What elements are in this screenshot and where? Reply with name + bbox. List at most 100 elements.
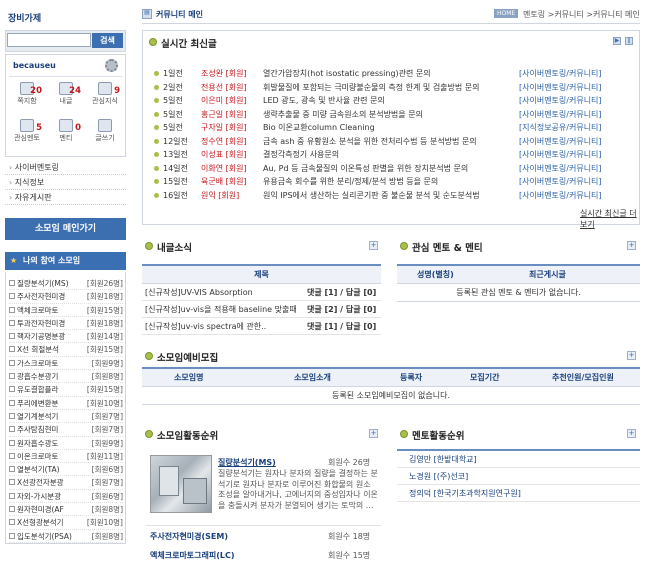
sidebar-title: 장비가제 xyxy=(8,14,42,24)
group-item[interactable]: 유도결합플라 [회원15명] xyxy=(9,383,123,397)
group-item[interactable]: X선광전자분광 [회원7명] xyxy=(9,476,123,490)
column-header-title: 제목 xyxy=(142,266,381,284)
stat-bookmark[interactable]: 9 관심지식 xyxy=(86,80,124,116)
more-plus-icon[interactable]: + xyxy=(627,429,636,438)
menu-item-cyber-mentoring[interactable]: › 사이버멘토링 xyxy=(5,160,126,175)
latest-row[interactable]: 5일전 구자일 [회원] Bio 이온교환column Cleaning [지식정보공… xyxy=(143,121,639,135)
group-item[interactable]: 이온크로마토 [회원11명] xyxy=(9,450,123,464)
settings-gear-icon[interactable] xyxy=(105,59,118,72)
interest-empty: 등록된 관심 멘토 & 멘티가 없습니다. xyxy=(397,284,640,302)
stat-label: 쪽지함 xyxy=(17,97,37,105)
more-plus-icon[interactable]: + xyxy=(627,241,636,250)
latest-row[interactable]: 14일전 이화연 [회원] Au, Pd 등 금속물질의 이온특성 판별을 위한 장… xyxy=(143,162,639,176)
latest-row[interactable]: 1일전 조성완 [회원] 열간가압장치(hot isostatic pressing… xyxy=(143,67,639,81)
bullet-icon xyxy=(154,152,159,157)
group-item[interactable]: 질량분석기(MS) [회원26명] xyxy=(9,277,123,291)
more-plus-icon[interactable]: + xyxy=(627,351,636,360)
stat-mentor[interactable]: 5 관심멘토 xyxy=(8,117,46,153)
group-rank-2-name[interactable]: 주사전자현미경(SEM) xyxy=(150,531,228,542)
group-item[interactable]: X선 회절분석 [회원15명] xyxy=(9,343,123,357)
group-item[interactable]: 푸리에변환분 [회원10명] xyxy=(9,397,123,410)
bullet-icon xyxy=(154,138,159,144)
group-item[interactable]: X선형광분석기 [회원10명] xyxy=(9,516,123,530)
checkbox-icon xyxy=(9,466,15,473)
latest-row[interactable]: 13일전 이성표 [회원] 결정각측정기 사용문의 [사이버멘토링/커뮤니티] xyxy=(143,148,639,162)
page-title: 커뮤니티 메인 xyxy=(156,10,203,19)
checkbox-icon xyxy=(9,452,15,459)
top-group-thumbnail[interactable] xyxy=(150,455,212,513)
group-item[interactable]: 열기계분석기 [회원7명] xyxy=(9,410,123,424)
group-main-button[interactable]: 소모임 메인가기 xyxy=(5,218,126,240)
stat-mail[interactable]: 20 쪽지함 xyxy=(8,80,46,116)
username: becauseu xyxy=(13,61,56,70)
mentee-icon xyxy=(59,119,73,132)
latest-row[interactable]: 12일전 정수연 [회원] 금속 ash 중 유황원소 분석을 위한 전처리수법 등… xyxy=(143,135,639,149)
menu-item-free-board[interactable]: › 자유게시판 xyxy=(5,190,126,205)
stat-document[interactable]: 24 내글 xyxy=(47,80,85,116)
stat-label: 멘티 xyxy=(59,134,73,142)
page-header: ▤ 커뮤니티 메인 HOME 멘토링 >커뮤니티 >커뮤니티 메인 xyxy=(142,6,640,24)
latest-more-link[interactable]: 실시간 최신글 더보기 xyxy=(580,208,639,230)
group-item[interactable]: 가스크로마토 [회원9명] xyxy=(9,357,123,371)
group-item[interactable]: 주사탐침현미 [회원7명] xyxy=(9,423,123,437)
latest-row[interactable]: 16일전 원익 [회원] 원익 IPS에서 생산하는 실리콘기판 중 불순물 분석 … xyxy=(143,189,639,203)
stat-count: 9 xyxy=(114,86,120,96)
pause-icon[interactable]: ∥ xyxy=(625,37,633,45)
stat-count: 5 xyxy=(36,123,42,133)
group-item[interactable]: 액체크로마토 [회원15명] xyxy=(9,304,123,317)
stat-label: 관심지식 xyxy=(92,97,118,105)
stat-count: 24 xyxy=(69,86,81,96)
more-plus-icon[interactable]: + xyxy=(369,241,378,250)
latest-row[interactable]: 5일전 홍근일 [회원] 생략추출물 중 미량 금속원소의 분석방법을 문의 [사이버… xyxy=(143,108,639,122)
home-badge[interactable]: HOME xyxy=(494,9,519,18)
more-plus-icon[interactable]: + xyxy=(369,429,378,438)
group-item[interactable]: 투과전자현미경 [회원18명] xyxy=(9,317,123,331)
mentor-rank-item[interactable]: 김영만 [한밭대학교] xyxy=(397,451,640,468)
table-row[interactable]: [신규작성]UV-VIS Absorption 댓글 [1] / 답글 [0] xyxy=(142,284,381,301)
recruit-section: 소모임예비모집 + 소모임명 소모임소개 등록자 모집기간 추천인원/모집인원 … xyxy=(142,347,640,407)
table-row[interactable]: [신규작성]uv-vis spectra에 관한.. 댓글 [1] / 답글 [0… xyxy=(142,318,381,335)
my-groups-header: ★ 나의 참여 소모임 xyxy=(5,252,126,270)
section-bullet-icon xyxy=(400,242,408,250)
bullet-icon xyxy=(154,98,159,103)
star-icon: ★ xyxy=(10,256,18,265)
checkbox-icon xyxy=(9,333,15,340)
mentor-rank-section: 멘토활동순위 + 김영만 [한밭대학교] 노경원 [(주)선코] 정의덕 [한국… xyxy=(397,425,640,515)
group-rank-3-name[interactable]: 액체크로마토그래피(LC) xyxy=(150,550,235,561)
section-bullet-icon xyxy=(149,38,157,46)
latest-row[interactable]: 5일전 이은미 [회원] LED 광도, 광속 및 반사율 관련 문의 [사이버멘토링… xyxy=(143,94,639,108)
bullet-icon xyxy=(154,125,159,130)
group-item[interactable]: 열분석기(TA) [회원6명] xyxy=(9,463,123,477)
group-item[interactable]: 원자현미경(AF [회원8명] xyxy=(9,503,123,517)
menu-list: › 사이버멘토링 › 지식정보 › 자유게시판 xyxy=(5,160,126,205)
top-group-members: 회원수 26명 xyxy=(328,458,371,467)
top-group-name[interactable]: 질량분석기(MS) xyxy=(218,457,276,468)
mentor-rank-item[interactable]: 정의덕 [한국기초과학지원연구원] xyxy=(397,485,640,502)
menu-item-knowledge[interactable]: › 지식정보 xyxy=(5,175,126,190)
stat-mentee[interactable]: 0 멘티 xyxy=(47,117,85,153)
table-row[interactable]: [신규작성]uv-vis을 적용해 baseline 맞출때 댓글 [2] / 답… xyxy=(142,301,381,318)
group-item[interactable]: 입도분석기(PSA) [회원8명] xyxy=(9,530,123,543)
interest-table: 성명(별칭) 최근게시글 등록된 관심 멘토 & 멘티가 없습니다. xyxy=(397,264,640,302)
group-item[interactable]: 핵자기공명분광 [회원14명] xyxy=(9,330,123,344)
group-item[interactable]: 원자흡수광도 [회원9명] xyxy=(9,437,123,450)
recruit-title: 소모임예비모집 xyxy=(157,353,219,364)
group-item[interactable]: 광흡수분광기 [회원8명] xyxy=(9,370,123,384)
group-item[interactable]: 주사전자현미경 [회원18명] xyxy=(9,290,123,304)
latest-row[interactable]: 15일전 육군배 [회원] 유용금속 회수를 위한 분리/정제/분석 방법 등을 문… xyxy=(143,175,639,189)
mentor-icon xyxy=(20,119,34,132)
search-input[interactable] xyxy=(7,33,91,47)
checkbox-icon xyxy=(9,479,15,486)
pencil-icon xyxy=(98,119,112,132)
group-item[interactable]: 자외-가시분광 [회원6명] xyxy=(9,490,123,504)
search-button[interactable]: 검색 xyxy=(92,33,123,48)
my-groups-list: 질량분석기(MS) [회원26명] 주사전자현미경 [회원18명] 액체크로마토 [회원1… xyxy=(5,272,126,544)
mentor-rank-item[interactable]: 노경원 [(주)선코] xyxy=(397,468,640,485)
top-group-description: 질량분석기는 원자나 분자의 질량을 결정하는 분석기로 원자나 분자로 이루어… xyxy=(218,469,378,510)
play-icon[interactable]: ▶ xyxy=(613,37,621,45)
ranking-title: 소모임활동순위 xyxy=(157,431,219,442)
checkbox-icon xyxy=(9,280,15,286)
stat-label: 내글 xyxy=(59,97,73,105)
latest-row[interactable]: 2일전 전용선 [회원] 휘발물질에 포함되는 극미량불순물의 측정 한계 및 검출… xyxy=(143,81,639,95)
stat-pencil[interactable]: 글쓰기 xyxy=(86,117,124,153)
